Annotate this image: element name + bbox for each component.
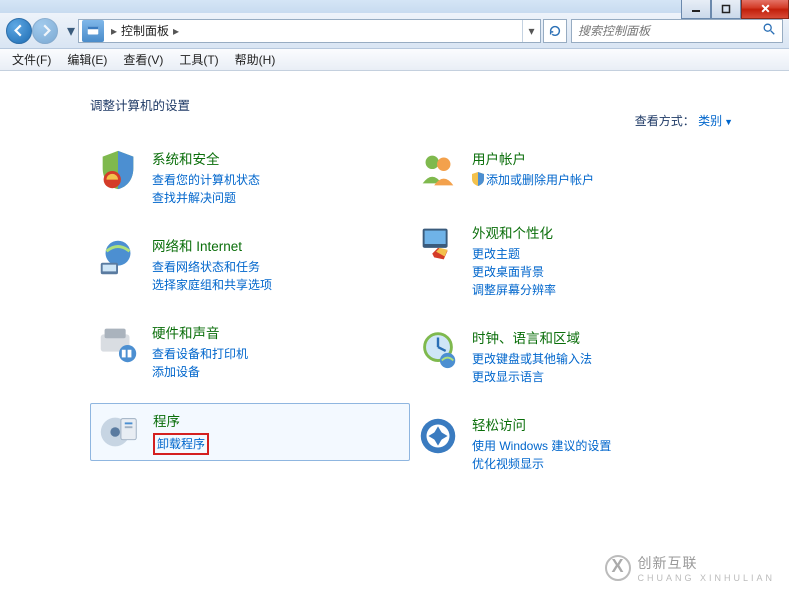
category-link[interactable]: 添加或删除用户帐户 xyxy=(472,171,594,189)
category-link[interactable]: 更改桌面背景 xyxy=(472,263,556,281)
category-icon xyxy=(414,220,462,268)
search-box[interactable] xyxy=(571,19,783,43)
category-title[interactable]: 硬件和声音 xyxy=(152,322,248,342)
content-area: 调整计算机的设置 查看方式： 类别▼ 系统和安全查看您的计算机状态查找并解决问题… xyxy=(0,71,789,505)
back-button[interactable] xyxy=(6,18,32,44)
close-button[interactable] xyxy=(741,0,789,19)
category-body: 用户帐户添加或删除用户帐户 xyxy=(472,146,594,194)
maximize-button[interactable] xyxy=(711,0,741,19)
menu-file[interactable]: 文件(F) xyxy=(4,51,59,68)
window-controls xyxy=(681,0,789,19)
category-icon xyxy=(94,146,142,194)
categories-grid: 系统和安全查看您的计算机状态查找并解决问题网络和 Internet 查看网络状态和… xyxy=(90,142,757,495)
view-mode-value[interactable]: 类别 xyxy=(698,114,722,128)
menu-tools[interactable]: 工具(T) xyxy=(171,51,226,68)
category-body: 时钟、语言和区域更改键盘或其他输入法更改显示语言 xyxy=(472,325,592,386)
category-left-2: 硬件和声音查看设备和打印机添加设备 xyxy=(90,316,410,385)
category-link[interactable]: 更改显示语言 xyxy=(472,368,592,386)
category-link[interactable]: 更改主题 xyxy=(472,245,556,263)
address-dropdown-icon[interactable]: ▾ xyxy=(522,20,540,42)
category-icon xyxy=(94,320,142,368)
menu-view[interactable]: 查看(V) xyxy=(115,51,171,68)
category-link[interactable]: 调整屏幕分辨率 xyxy=(472,281,556,299)
breadcrumb-text[interactable]: 控制面板 xyxy=(121,22,169,39)
categories-right-column: 用户帐户添加或删除用户帐户外观和个性化更改主题更改桌面背景调整屏幕分辨率时钟、语… xyxy=(410,142,730,495)
category-title[interactable]: 系统和安全 xyxy=(152,148,260,168)
watermark-logo-icon xyxy=(605,555,631,581)
category-title[interactable]: 网络和 Internet xyxy=(152,235,272,255)
nav-bar: ▾ ▸ 控制面板 ▸ ▾ xyxy=(0,13,789,49)
search-input[interactable] xyxy=(578,24,762,38)
category-title[interactable]: 用户帐户 xyxy=(472,148,594,168)
breadcrumb-separator: ▸ xyxy=(107,24,121,38)
watermark-url: CHUANG XINHULIAN xyxy=(637,573,775,583)
category-icon xyxy=(94,233,142,281)
category-title[interactable]: 轻松访问 xyxy=(472,414,611,434)
category-title[interactable]: 程序 xyxy=(153,410,209,430)
address-bar[interactable]: ▸ 控制面板 ▸ ▾ xyxy=(78,19,541,43)
view-mode-chevron-icon[interactable]: ▼ xyxy=(724,117,733,127)
title-bar xyxy=(0,0,789,13)
category-link[interactable]: 更改键盘或其他输入法 xyxy=(472,350,592,368)
view-mode-row: 查看方式： 类别▼ xyxy=(635,112,733,129)
nav-arrows xyxy=(6,18,58,44)
menu-edit[interactable]: 编辑(E) xyxy=(59,51,115,68)
category-right-3: 轻松访问使用 Windows 建议的设置优化视频显示 xyxy=(410,408,730,477)
control-panel-icon xyxy=(82,20,104,42)
watermark: 创新互联 CHUANG XINHULIAN xyxy=(597,549,783,587)
forward-button[interactable] xyxy=(32,18,58,44)
category-link[interactable]: 选择家庭组和共享选项 xyxy=(152,276,272,294)
categories-left-column: 系统和安全查看您的计算机状态查找并解决问题网络和 Internet 查看网络状态和… xyxy=(90,142,410,495)
category-body: 硬件和声音查看设备和打印机添加设备 xyxy=(152,320,248,381)
category-title[interactable]: 时钟、语言和区域 xyxy=(472,327,592,347)
category-icon xyxy=(414,146,462,194)
refresh-button[interactable] xyxy=(543,19,567,43)
category-link[interactable]: 使用 Windows 建议的设置 xyxy=(472,437,611,455)
category-body: 网络和 Internet 查看网络状态和任务选择家庭组和共享选项 xyxy=(152,233,272,294)
menu-help[interactable]: 帮助(H) xyxy=(227,51,284,68)
menu-bar: 文件(F) 编辑(E) 查看(V) 工具(T) 帮助(H) xyxy=(0,49,789,71)
category-left-0: 系统和安全查看您的计算机状态查找并解决问题 xyxy=(90,142,410,211)
category-title[interactable]: 外观和个性化 xyxy=(472,222,556,242)
search-icon[interactable] xyxy=(762,22,776,39)
category-body: 程序卸载程序 xyxy=(153,408,209,456)
category-link[interactable]: 查找并解决问题 xyxy=(152,189,260,207)
category-link[interactable]: 查看设备和打印机 xyxy=(152,345,248,363)
category-link[interactable]: 卸载程序 xyxy=(153,433,209,455)
category-right-2: 时钟、语言和区域更改键盘或其他输入法更改显示语言 xyxy=(410,321,730,390)
category-link[interactable]: 添加设备 xyxy=(152,363,248,381)
category-icon xyxy=(95,408,143,456)
watermark-brand: 创新互联 xyxy=(637,555,697,571)
category-body: 轻松访问使用 Windows 建议的设置优化视频显示 xyxy=(472,412,611,473)
category-link[interactable]: 查看网络状态和任务 xyxy=(152,258,272,276)
category-right-0: 用户帐户添加或删除用户帐户 xyxy=(410,142,730,198)
category-body: 系统和安全查看您的计算机状态查找并解决问题 xyxy=(152,146,260,207)
category-link[interactable]: 查看您的计算机状态 xyxy=(152,171,260,189)
category-link[interactable]: 优化视频显示 xyxy=(472,455,611,473)
category-icon xyxy=(414,325,462,373)
category-right-1: 外观和个性化更改主题更改桌面背景调整屏幕分辨率 xyxy=(410,216,730,303)
category-body: 外观和个性化更改主题更改桌面背景调整屏幕分辨率 xyxy=(472,220,556,299)
recent-pages-chevron[interactable]: ▾ xyxy=(64,21,78,41)
category-icon xyxy=(414,412,462,460)
category-left-3: 程序卸载程序 xyxy=(90,403,410,461)
breadcrumb-separator-2[interactable]: ▸ xyxy=(169,24,183,38)
minimize-button[interactable] xyxy=(681,0,711,19)
category-left-1: 网络和 Internet 查看网络状态和任务选择家庭组和共享选项 xyxy=(90,229,410,298)
view-mode-label: 查看方式： xyxy=(635,114,695,128)
